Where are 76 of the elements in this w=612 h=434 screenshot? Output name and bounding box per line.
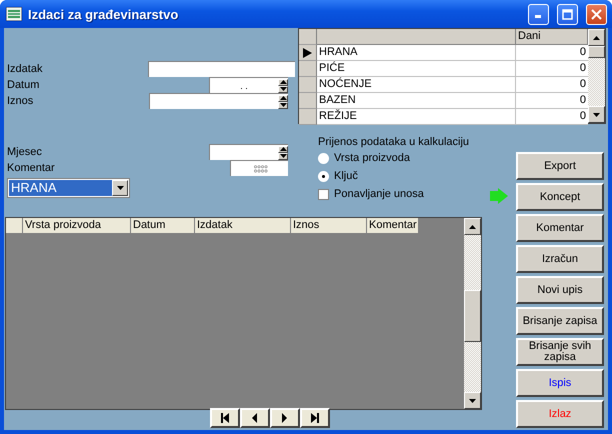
radio-option[interactable]: Ključ [318,168,358,184]
input-field[interactable] [148,61,295,77]
scroll-up-button[interactable] [588,29,605,46]
field-label: Iznos [6,95,34,107]
last-record-button[interactable] [300,408,330,428]
dropdown-button[interactable] [112,180,128,196]
field-label: Komentar [6,162,56,174]
up-arrow-icon [593,36,600,40]
field-label: Mjesec [6,146,43,158]
table-cell: 0 [516,77,588,93]
table-cell[interactable]: REŽIJE [317,109,516,125]
category-dropdown[interactable]: HRANA [7,178,130,198]
table-cell: 0 [516,45,588,61]
action-button[interactable]: Koncept [516,183,604,211]
memo-field[interactable] [230,160,288,176]
spin-field[interactable] [149,93,288,109]
scroll-thumb[interactable] [464,290,481,342]
down-arrow-icon [280,87,286,91]
row-selector[interactable] [299,45,317,61]
table-cell[interactable]: BAZEN [317,93,516,109]
column-header: Komentar [367,218,419,234]
maximize-icon [562,8,573,20]
table-cell: 0 [516,109,588,125]
previous-record-button[interactable] [240,408,270,428]
memo-icon [254,164,268,172]
down-arrow-icon [116,186,124,190]
table-cell[interactable]: NOĆENJE [317,77,516,93]
minimize-button[interactable] [528,4,549,24]
scroll-thumb[interactable] [588,46,605,58]
scroll-down-button[interactable] [588,106,605,123]
action-button[interactable]: Brisanje svih zapisa [516,338,604,366]
spin-field[interactable]: . . [209,77,288,93]
scroll-up-button[interactable] [464,218,481,235]
field-label: Datum [6,79,40,91]
table-cell[interactable]: HRANA [317,45,516,61]
table-cell[interactable]: PIĆE [317,61,516,77]
group-label: Prijenos podataka u kalkulaciju [318,136,470,148]
up-arrow-icon [469,224,476,228]
app-icon [6,7,22,21]
radio-option[interactable]: Vrsta proizvoda [318,150,410,166]
action-button[interactable]: Export [516,152,604,180]
first-record-button[interactable] [210,408,240,428]
column-header: Dani [516,29,588,45]
down-arrow-icon [469,398,476,402]
action-button[interactable]: Komentar [516,214,604,242]
table-cell: 0 [516,61,588,77]
skip-back-icon [219,412,231,424]
close-icon [591,8,602,20]
down-arrow-icon [280,154,286,158]
row-pointer-icon [303,48,312,58]
down-arrow-icon [280,103,286,107]
checkbox-option[interactable]: Ponavljanje unosa [318,186,424,202]
up-arrow-icon [280,96,286,100]
scrollbar[interactable] [464,218,481,409]
scroll-down-button[interactable] [464,392,481,409]
column-header: Izdatak [195,218,291,234]
field-label: Izdatak [6,63,44,75]
down-arrow-icon [593,112,600,116]
skip-forward-icon [309,412,321,424]
up-arrow-icon [280,80,286,84]
table-cell: 0 [516,93,588,109]
maximize-button[interactable] [557,4,578,24]
action-button[interactable]: Brisanje zapisa [516,307,604,335]
action-button[interactable]: Novi upis [516,276,604,304]
next-record-button[interactable] [270,408,300,428]
window-title: Izdaci za građevinarstvo [28,6,180,22]
scrollbar[interactable] [588,29,605,123]
column-header: Vrsta proizvoda [23,218,131,234]
spin-field[interactable] [209,144,288,160]
pointer-arrow-icon [490,188,508,204]
column-header: Datum [131,218,195,234]
action-button[interactable]: Izračun [516,245,604,273]
action-button[interactable]: Ispis [516,369,604,397]
up-arrow-icon [280,147,286,151]
column-header: Iznos [291,218,367,234]
close-button[interactable] [586,4,607,24]
